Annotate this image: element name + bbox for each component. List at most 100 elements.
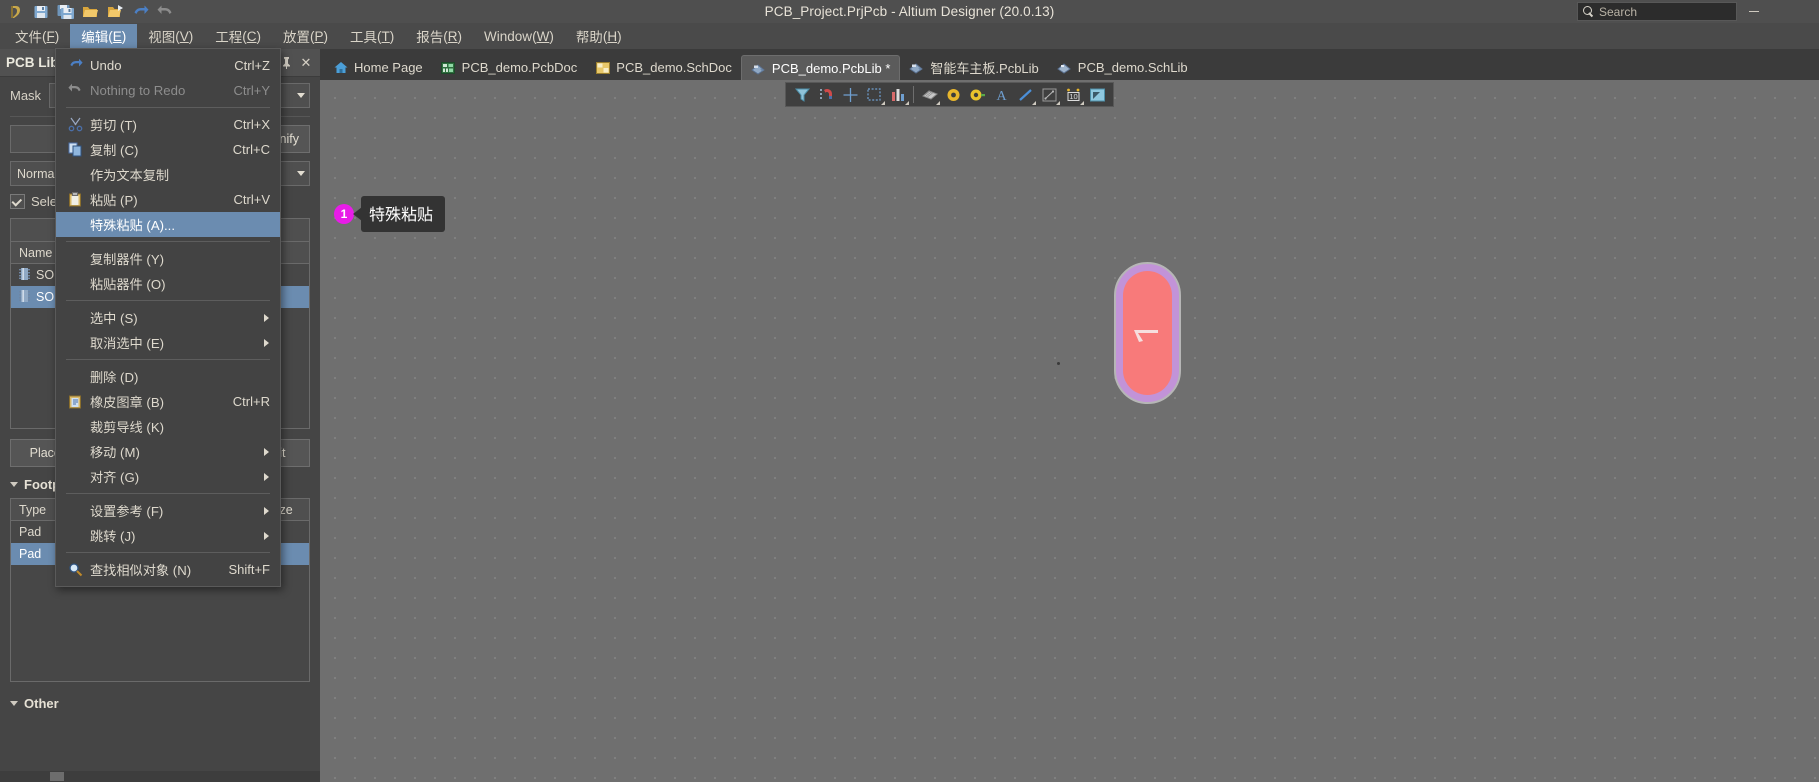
menu-label: 工程 (215, 30, 243, 45)
home-icon (333, 61, 348, 75)
menu-放置[interactable]: 放置 (P) (272, 24, 339, 48)
menu-item-label: 查找相似对象 (N) (90, 563, 192, 578)
title-bar: PCB_Project.PrjPcb - Altium Designer (20… (0, 0, 1819, 23)
menu-item-特殊粘贴[interactable]: 特殊粘贴 (A)... (56, 212, 280, 237)
no-icon (64, 216, 86, 234)
save-all-icon[interactable] (53, 1, 78, 23)
menu-item-Undo[interactable]: Undo Ctrl+Z (56, 53, 280, 78)
menu-item-设置参考[interactable]: 设置参考 (F) (56, 498, 280, 523)
menu-item-跳转[interactable]: 跳转 (J) (56, 523, 280, 548)
menu-accelerator: (R) (443, 28, 463, 44)
annotation-badge: 1 (334, 204, 354, 224)
no-icon (64, 275, 86, 293)
menu-视图[interactable]: 视图 (V) (137, 24, 204, 48)
menu-item-删除[interactable]: 删除 (D) (56, 364, 280, 389)
menu-label: 视图 (148, 30, 176, 45)
edit-menu-dropdown: Undo Ctrl+Z Nothing to Redo Ctrl+Y 剪切 (T) Ctr… (55, 48, 281, 587)
document-tab-bar: Home Page PCB_demo.PcbDoc PCB_demo.SchDoc P… (320, 49, 1819, 80)
coordinate-icon[interactable]: 10 (1061, 84, 1085, 106)
menu-item-查找相似对象[interactable]: 查找相似对象 (N) Shift+F (56, 557, 280, 582)
menu-item-粘贴[interactable]: 粘贴 (P) Ctrl+V (56, 187, 280, 212)
menu-label: 报告 (416, 30, 444, 45)
menu-item-剪切[interactable]: 剪切 (T) Ctrl+X (56, 112, 280, 137)
menu-item-对齐[interactable]: 对齐 (G) (56, 464, 280, 489)
open-project-icon[interactable] (103, 1, 128, 23)
menu-item-选中[interactable]: 选中 (S) (56, 305, 280, 330)
no-icon (64, 468, 86, 486)
menu-item-粘贴器件[interactable]: 粘贴器件 (O) (56, 271, 280, 296)
component-ic-icon[interactable] (917, 84, 941, 106)
open-folder-icon[interactable] (78, 1, 103, 23)
search-icon (1583, 6, 1594, 17)
menu-item-裁剪导线[interactable]: 裁剪导线 (K) (56, 414, 280, 439)
menu-工程[interactable]: 工程 (C) (204, 24, 272, 48)
selection-box-icon[interactable] (862, 84, 886, 106)
menu-item-label: 移动 (M) (90, 445, 140, 460)
schdoc-icon (595, 61, 610, 75)
menu-item-label: 裁剪导线 (K) (90, 420, 165, 435)
magnet-snap-icon[interactable] (814, 84, 838, 106)
redo-icon[interactable] (153, 1, 178, 23)
menu-item-复制器件[interactable]: 复制器件 (Y) (56, 246, 280, 271)
text-a-icon[interactable]: A (989, 84, 1013, 106)
menu-label: 放置 (283, 30, 311, 45)
tab-label: PCB_demo.SchDoc (616, 60, 732, 75)
crosshair-icon[interactable] (838, 84, 862, 106)
menu-item-label: 复制器件 (Y) (90, 252, 165, 267)
menu-编辑[interactable]: 编辑 (E) (70, 24, 138, 48)
menu-item-作为文本复制[interactable]: 作为文本复制 (56, 162, 280, 187)
scrollbar-thumb[interactable] (50, 772, 64, 781)
filter-icon[interactable] (790, 84, 814, 106)
other-section[interactable]: Other (10, 696, 310, 711)
tab-PCB_demo.SchDoc[interactable]: PCB_demo.SchDoc (586, 55, 741, 80)
menu-item-移动[interactable]: 移动 (M) (56, 439, 280, 464)
toolbar-separator (913, 86, 914, 103)
menu-文件[interactable]: 文件 (F) (4, 24, 70, 48)
menu-工具[interactable]: 工具 (T) (339, 24, 405, 48)
tab-label: PCB_demo.PcbDoc (461, 60, 578, 75)
mask-label: Mask (10, 88, 42, 103)
menu-帮助[interactable]: 帮助 (H) (565, 24, 633, 48)
menu-item-取消选中[interactable]: 取消选中 (E) (56, 330, 280, 355)
tab-PCB_demo.PcbLib[interactable]: PCB_demo.PcbLib * (740, 55, 901, 80)
tab-PCB_demo.PcbDoc[interactable]: PCB_demo.PcbDoc (432, 55, 587, 80)
dimension-icon[interactable] (1037, 84, 1061, 106)
altium-designer-window: PCB_Project.PrjPcb - Altium Designer (20… (0, 0, 1819, 782)
tab-PCB_demo.SchLib[interactable]: PCB_demo.SchLib (1048, 55, 1197, 80)
menu-item-shortcut: Ctrl+Z (234, 58, 270, 73)
menu-报告[interactable]: 报告 (R) (405, 24, 473, 48)
canvas-object-dot (1057, 362, 1060, 365)
menu-item-shortcut: Ctrl+R (232, 394, 270, 409)
tab-智能车主板.PcbLib[interactable]: 智能车主板.PcbLib (900, 55, 1047, 80)
close-icon[interactable]: ✕ (298, 54, 314, 72)
rubber-stamp-icon (64, 393, 86, 411)
svg-text:A: A (996, 89, 1007, 103)
pcb-editor-toolbar: A 10 (785, 82, 1114, 107)
menu-item-复制[interactable]: 复制 (C) Ctrl+C (56, 137, 280, 162)
search-input[interactable]: Search (1577, 2, 1737, 21)
menu-item-shortcut: Ctrl+C (232, 142, 270, 157)
via-icon[interactable] (965, 84, 989, 106)
undo-icon[interactable] (128, 1, 153, 23)
menu-item-橡皮图章[interactable]: 橡皮图章 (B) Ctrl+R (56, 389, 280, 414)
menu-accelerator: (F) (42, 28, 60, 44)
pad-icon[interactable] (941, 84, 965, 106)
menu-Window[interactable]: Window (W) (473, 24, 565, 48)
panel-horizontal-scrollbar[interactable] (0, 771, 320, 782)
minimize-button[interactable] (1740, 0, 1767, 23)
no-icon (64, 418, 86, 436)
submenu-arrow-icon (264, 531, 269, 540)
quick-access-toolbar (0, 0, 178, 23)
pcb-library-canvas[interactable]: 1 特殊粘贴 (320, 80, 1819, 782)
menu-accelerator: (E) (108, 28, 127, 44)
pcb-pad-graphic[interactable] (1110, 258, 1220, 433)
pcbdoc-icon (441, 61, 456, 75)
save-icon[interactable] (28, 1, 53, 23)
line-icon[interactable] (1013, 84, 1037, 106)
tab-Home Page[interactable]: Home Page (324, 55, 432, 80)
fill-region-icon[interactable] (1085, 84, 1109, 106)
select-checkbox[interactable] (10, 194, 25, 209)
altium-logo-icon[interactable] (3, 1, 28, 23)
chart-bars-icon[interactable] (886, 84, 910, 106)
schlib-icon (1056, 61, 1072, 75)
